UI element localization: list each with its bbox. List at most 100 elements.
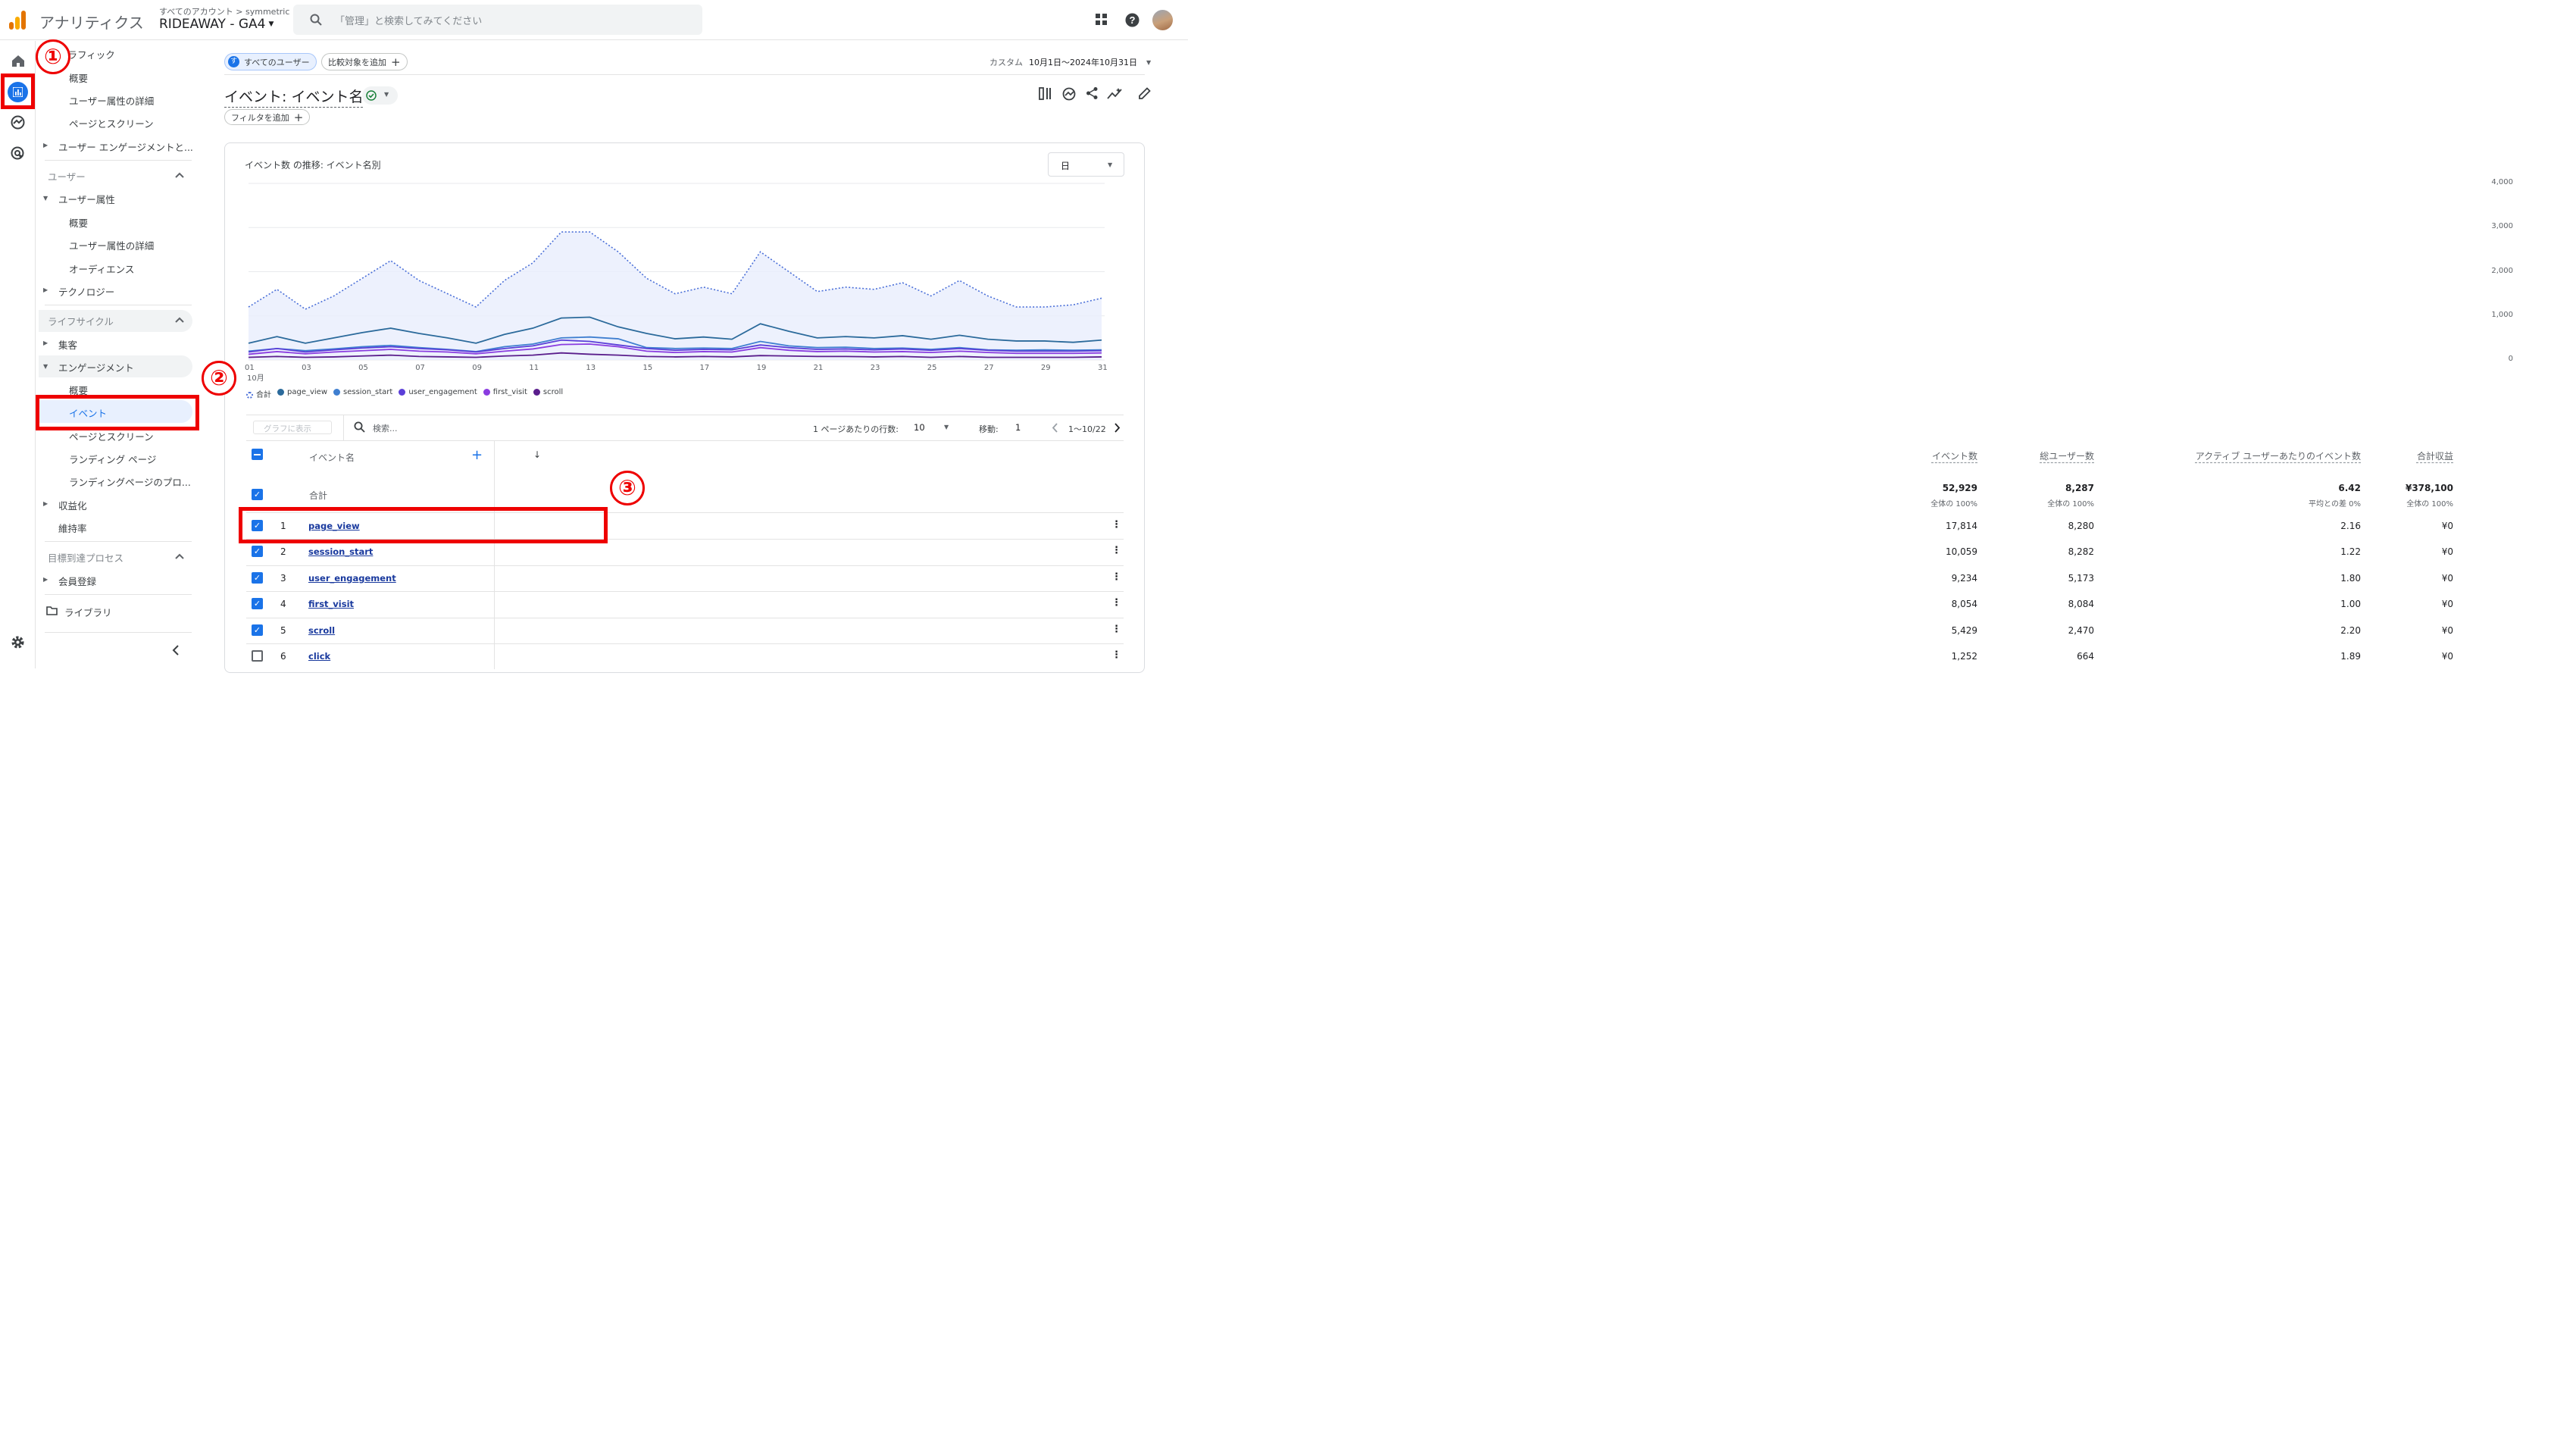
select-all-checkbox[interactable]	[252, 449, 263, 460]
x-tick-label: 15	[642, 364, 653, 372]
goto-label: 移動:	[979, 424, 999, 434]
total-users-cell: 5,173	[2068, 572, 2094, 584]
col-header-event-name[interactable]: イベント名	[309, 451, 355, 464]
dim-divider	[494, 591, 495, 618]
annotation-marker-2: ②	[202, 361, 236, 396]
row-index: 3	[280, 572, 286, 584]
event-count-cell: 8,054	[1951, 599, 1977, 610]
col-header-event-count[interactable]: イベント数	[1932, 449, 1977, 462]
total-per-user-sub: 平均との差 0%	[2309, 500, 2361, 509]
y-tick-label: 3,000	[2491, 222, 2513, 231]
row-divider	[246, 591, 1124, 593]
annotation-marker-1: ①	[36, 39, 70, 74]
row-index: 6	[280, 651, 286, 662]
chevron-left-icon[interactable]	[1052, 423, 1058, 433]
total-events-sub: 全体の 100%	[1930, 500, 1977, 509]
row-more-icon[interactable]: ⋮	[1111, 649, 1121, 661]
events-per-user-cell: 2.16	[2340, 521, 2361, 531]
total-users-sub: 全体の 100%	[2047, 500, 2094, 509]
x-tick-label: 27	[983, 364, 994, 372]
event-count-cell: 5,429	[1951, 624, 1977, 636]
events-per-user-cell: 1.80	[2340, 572, 2361, 584]
events-per-user-cell: 2.20	[2340, 624, 2361, 636]
rows-per-page-value: 10	[914, 422, 925, 433]
rows-per-page-label: 1 ページあたりの行数:	[813, 424, 899, 434]
col-header-revenue[interactable]: 合計収益	[2417, 449, 2453, 462]
dim-divider	[494, 617, 495, 643]
event-count-cell: 9,234	[1951, 572, 1977, 584]
table-search-input[interactable]: 検索...	[373, 422, 398, 434]
sort-desc-arrow-icon: ↓	[533, 449, 542, 460]
legend-item-first-visit[interactable]: first_visit	[483, 388, 527, 399]
legend-item-user-engagement[interactable]: user_engagement	[399, 388, 477, 399]
total-row-checkbox[interactable]: ✓	[252, 489, 263, 500]
y-tick-label: 1,000	[2491, 310, 2513, 319]
annotation-box-reports	[1, 74, 35, 109]
event-count-cell: 10,059	[1946, 546, 1977, 558]
event-name-link[interactable]: user_engagement	[308, 573, 396, 584]
x-tick-label: 03	[302, 364, 311, 372]
x-tick-label: 29	[1040, 364, 1051, 372]
add-dimension-plus-icon[interactable]: +	[471, 447, 483, 463]
event-name-link[interactable]: session_start	[308, 546, 373, 557]
x-tick-label: 17	[699, 364, 710, 372]
plot-rows-button[interactable]: グラフに表示	[253, 421, 332, 434]
events-per-user-cell: 1.00	[2340, 599, 2361, 610]
annotation-box-page-view	[239, 507, 608, 543]
rows-per-page-select[interactable]: 10 ▼	[914, 421, 952, 435]
event-count-cell: 17,814	[1946, 521, 1977, 531]
row-divider	[246, 643, 1124, 644]
event-name-link[interactable]: click	[308, 651, 330, 662]
row-checkbox[interactable]: ✓	[252, 546, 263, 558]
row-checkbox[interactable]: ✓	[252, 624, 263, 636]
legend-item-total[interactable]: 合計	[246, 388, 271, 399]
y-tick-label: 2,000	[2491, 266, 2513, 275]
row-index: 5	[280, 624, 286, 636]
x-tick-label: 25	[927, 364, 937, 372]
total-users-cell: 8,084	[2068, 599, 2094, 610]
chevron-right-icon[interactable]	[1114, 423, 1121, 433]
x-tick-label: 11	[529, 364, 539, 372]
dim-divider	[494, 441, 495, 512]
x-tick-label: 23	[870, 364, 880, 372]
event-name-link[interactable]: scroll	[308, 625, 335, 636]
x-tick-label: 07	[415, 364, 425, 372]
legend-item-page-view[interactable]: page_view	[277, 388, 327, 399]
y-tick-label: 0	[2508, 355, 2513, 363]
plot-rows-label: グラフに表示	[264, 424, 311, 433]
total-events: 52,929	[1942, 483, 1977, 493]
row-more-icon[interactable]: ⋮	[1111, 597, 1121, 609]
total-users: 8,287	[2065, 483, 2094, 493]
y-tick-label: 4,000	[2491, 178, 2513, 186]
row-index: 2	[280, 546, 286, 558]
x-tick-label: 19	[756, 364, 767, 372]
x-tick-month: 10月	[247, 374, 264, 383]
page-range: 1～10/22	[1068, 424, 1106, 434]
row-checkbox[interactable]: ✓	[252, 571, 263, 584]
col-header-total-users[interactable]: 総ユーザー数	[2040, 449, 2094, 462]
legend-item-scroll[interactable]: scroll	[533, 388, 563, 399]
row-more-icon[interactable]: ⋮	[1111, 624, 1121, 635]
row-checkbox[interactable]: ✓	[252, 598, 263, 610]
series-area-total	[249, 232, 1102, 360]
row-more-icon[interactable]: ⋮	[1111, 545, 1121, 556]
events-per-user-cell: 1.22	[2340, 546, 2361, 558]
event-name-link[interactable]: first_visit	[308, 599, 354, 609]
row-more-icon[interactable]: ⋮	[1111, 571, 1121, 583]
x-tick-label: 09	[472, 364, 482, 372]
legend-item-session-start[interactable]: session_start	[333, 388, 392, 399]
total-per-user: 6.42	[2338, 483, 2361, 493]
row-checkbox[interactable]	[252, 650, 263, 662]
revenue-cell: ¥0	[2441, 599, 2453, 610]
chart-legend: 合計 page_view session_start user_engageme…	[246, 388, 563, 399]
annotation-marker-3: ③	[610, 471, 645, 505]
revenue-cell: ¥0	[2441, 651, 2453, 662]
x-tick-label: 05	[358, 364, 368, 372]
col-header-events-per-user[interactable]: アクティブ ユーザーあたりのイベント数	[2196, 449, 2361, 462]
row-more-icon[interactable]: ⋮	[1111, 519, 1121, 530]
total-users-cell: 2,470	[2068, 624, 2094, 636]
total-users-cell: 664	[2077, 651, 2094, 662]
total-label: 合計	[309, 490, 328, 501]
goto-page-input[interactable]: 1	[1015, 422, 1021, 433]
search-icon	[354, 421, 365, 433]
